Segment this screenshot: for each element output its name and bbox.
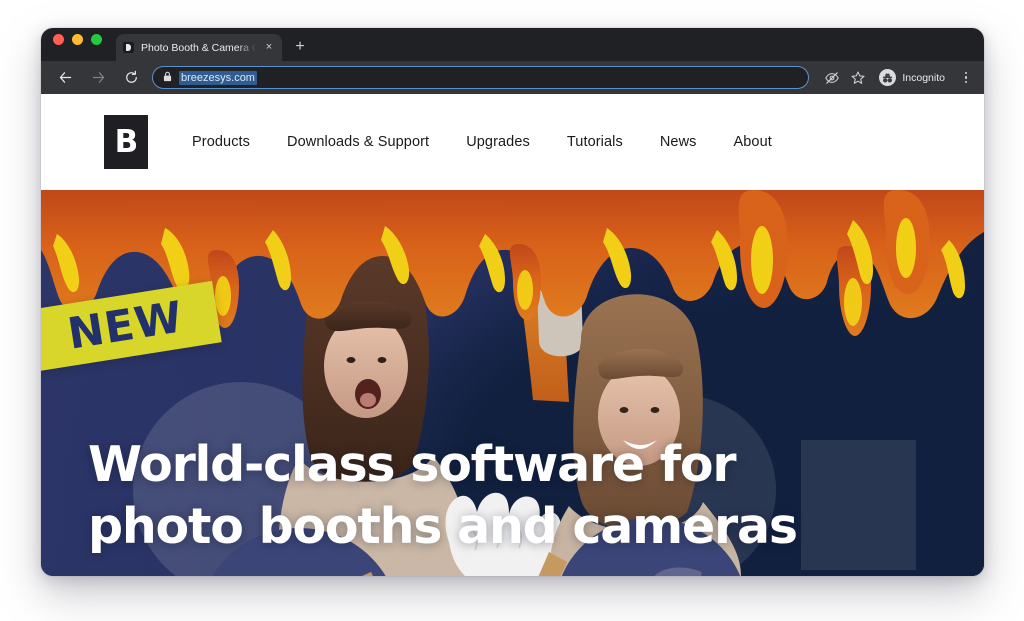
lock-icon — [163, 69, 172, 87]
browser-tab-strip: Photo Booth & Camera Control × + — [41, 28, 984, 61]
back-button[interactable] — [53, 66, 77, 90]
reload-button[interactable] — [119, 66, 143, 90]
hero-headline: World-class software for photo booths an… — [88, 434, 878, 558]
web-page-content: B Products Downloads & Support Upgrades … — [41, 94, 984, 576]
nav-link-products[interactable]: Products — [192, 134, 250, 150]
site-navigation: B Products Downloads & Support Upgrades … — [41, 94, 984, 190]
kebab-dot — [965, 81, 968, 84]
tab-close-icon[interactable]: × — [263, 42, 275, 53]
tab-favicon-icon — [123, 42, 134, 53]
forward-button[interactable] — [86, 66, 110, 90]
incognito-profile-button[interactable]: Incognito — [877, 67, 953, 88]
bookmark-star-icon[interactable] — [847, 67, 869, 89]
address-bar[interactable]: breezesys.com — [152, 66, 809, 89]
kebab-dot — [965, 72, 968, 75]
window-traffic-lights — [53, 28, 102, 61]
window-minimize-button[interactable] — [72, 34, 83, 45]
logo-letter: B — [115, 127, 138, 158]
browser-window: Photo Booth & Camera Control × + — [41, 28, 984, 576]
address-bar-url[interactable]: breezesys.com — [179, 71, 257, 85]
window-maximize-button[interactable] — [91, 34, 102, 45]
nav-link-news[interactable]: News — [660, 134, 697, 150]
hero-banner: G — [41, 190, 984, 576]
new-badge-label: NEW — [65, 296, 186, 357]
nav-link-downloads[interactable]: Downloads & Support — [287, 134, 429, 150]
eye-slash-icon[interactable] — [821, 67, 843, 89]
browser-menu-button[interactable] — [958, 72, 974, 84]
nav-link-tutorials[interactable]: Tutorials — [567, 134, 623, 150]
window-close-button[interactable] — [53, 34, 64, 45]
toolbar-right-actions: Incognito — [817, 67, 974, 89]
nav-link-upgrades[interactable]: Upgrades — [466, 134, 530, 150]
hero-headline-line-1: World-class software for — [88, 436, 735, 493]
incognito-label: Incognito — [902, 72, 945, 84]
nav-links: Products Downloads & Support Upgrades Tu… — [192, 134, 772, 150]
nav-link-about[interactable]: About — [734, 134, 772, 150]
kebab-dot — [965, 76, 968, 79]
new-tab-button[interactable]: + — [292, 39, 308, 55]
breezesys-logo[interactable]: B — [104, 115, 148, 169]
browser-tab[interactable]: Photo Booth & Camera Control × — [116, 34, 282, 61]
incognito-avatar-icon — [879, 69, 896, 86]
tab-title: Photo Booth & Camera Control — [141, 42, 256, 54]
hero-headline-line-2: photo booths and cameras — [88, 496, 878, 558]
browser-toolbar: breezesys.com — [41, 61, 984, 94]
